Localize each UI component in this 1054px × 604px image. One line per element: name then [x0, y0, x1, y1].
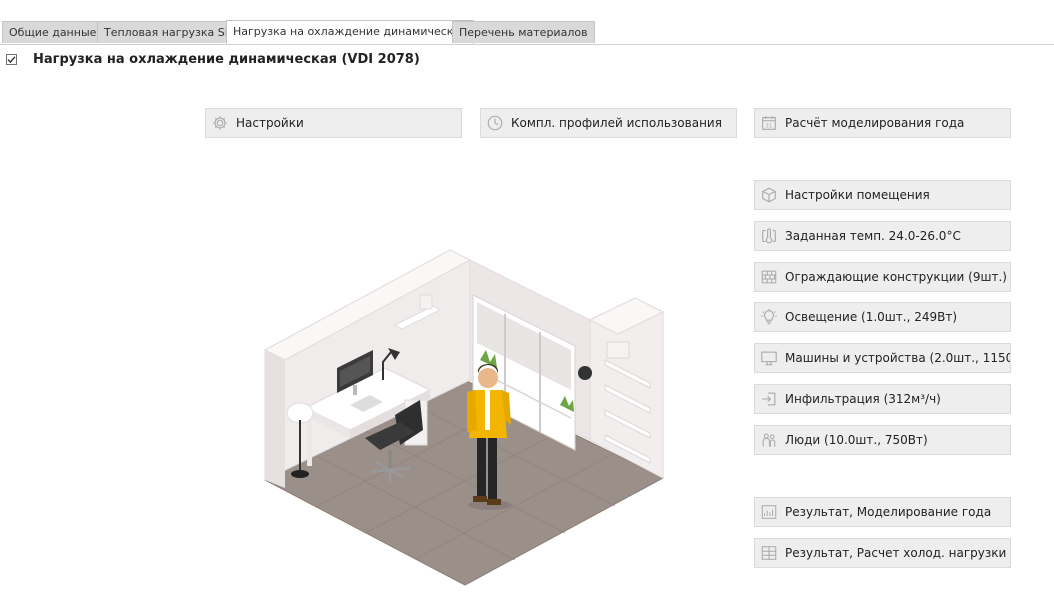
room-illustration — [263, 249, 665, 586]
calendar-icon: 31 — [759, 113, 779, 133]
tab-bar: Общие данные Тепловая нагрузка SP Нагруз… — [0, 20, 1054, 45]
cube-icon — [759, 185, 779, 205]
infiltration-label: Инфильтрация (312м³/ч) — [785, 392, 941, 406]
monitor-icon — [759, 348, 779, 368]
left-wall-side — [265, 350, 285, 488]
machines-devices-label: Машины и устройства (2.0шт., 1150Вт) — [785, 351, 1011, 365]
cooling-load-result-label: Результат, Расчет холод. нагрузки — [785, 546, 1007, 560]
thermometer-icon — [759, 226, 779, 246]
room-settings-label: Настройки помещения — [785, 188, 930, 202]
wall-clock — [578, 366, 592, 380]
building-envelope-button[interactable]: Ограждающие конструкции (9шт.) — [754, 262, 1011, 292]
year-simulation-result-button[interactable]: Результат, Моделирование года — [754, 497, 1011, 527]
room-settings-button[interactable]: Настройки помещения — [754, 180, 1011, 210]
machines-devices-button[interactable]: Машины и устройства (2.0шт., 1150Вт) — [754, 343, 1011, 373]
settings-button[interactable]: Настройки — [205, 108, 462, 138]
clock-icon — [485, 113, 505, 133]
tab-dynamic-cooling-load[interactable]: Нагрузка на охлаждение динамическая — [226, 20, 474, 44]
setpoint-temperature-button[interactable]: Заданная темп. 24.0-26.0°C — [754, 221, 1011, 251]
checkmark-icon — [7, 55, 16, 63]
svg-text:31: 31 — [765, 124, 772, 130]
page-title: Нагрузка на охлаждение динамическая (VDI… — [33, 51, 420, 67]
tab-materials-list[interactable]: Перечень материалов — [452, 21, 595, 43]
building-envelope-label: Ограждающие конструкции (9шт.) — [785, 270, 1007, 284]
lighting-label: Освещение (1.0шт., 249Вт) — [785, 310, 958, 324]
gear-icon — [210, 113, 230, 133]
people-icon — [759, 430, 779, 450]
usage-profiles-button[interactable]: Компл. профилей использования — [480, 108, 737, 138]
setpoint-temperature-label: Заданная темп. 24.0-26.0°C — [785, 229, 961, 243]
year-simulation-label: Расчёт моделирования года — [785, 116, 965, 130]
lightbulb-icon — [759, 307, 779, 327]
brick-wall-icon — [759, 267, 779, 287]
grid-report-icon — [759, 543, 779, 563]
people-button[interactable]: Люди (10.0шт., 750Вт) — [754, 425, 1011, 455]
tab-heat-load-sp[interactable]: Тепловая нагрузка SP — [97, 21, 239, 43]
year-simulation-result-label: Результат, Моделирование года — [785, 505, 992, 519]
people-label: Люди (10.0шт., 750Вт) — [785, 433, 928, 447]
cooling-load-result-button[interactable]: Результат, Расчет холод. нагрузки — [754, 538, 1011, 568]
lighting-button[interactable]: Освещение (1.0шт., 249Вт) — [754, 302, 1011, 332]
settings-label: Настройки — [236, 116, 304, 130]
tab-general-data[interactable]: Общие данные — [2, 21, 104, 43]
infiltration-button[interactable]: Инфильтрация (312м³/ч) — [754, 384, 1011, 414]
section-header: Нагрузка на охлаждение динамическая (VDI… — [6, 50, 420, 68]
enable-checkbox[interactable] — [6, 53, 17, 65]
chart-icon — [759, 502, 779, 522]
sign-in-icon — [759, 389, 779, 409]
year-simulation-button[interactable]: 31 Расчёт моделирования года — [754, 108, 1011, 138]
usage-profiles-label: Компл. профилей использования — [511, 116, 722, 130]
